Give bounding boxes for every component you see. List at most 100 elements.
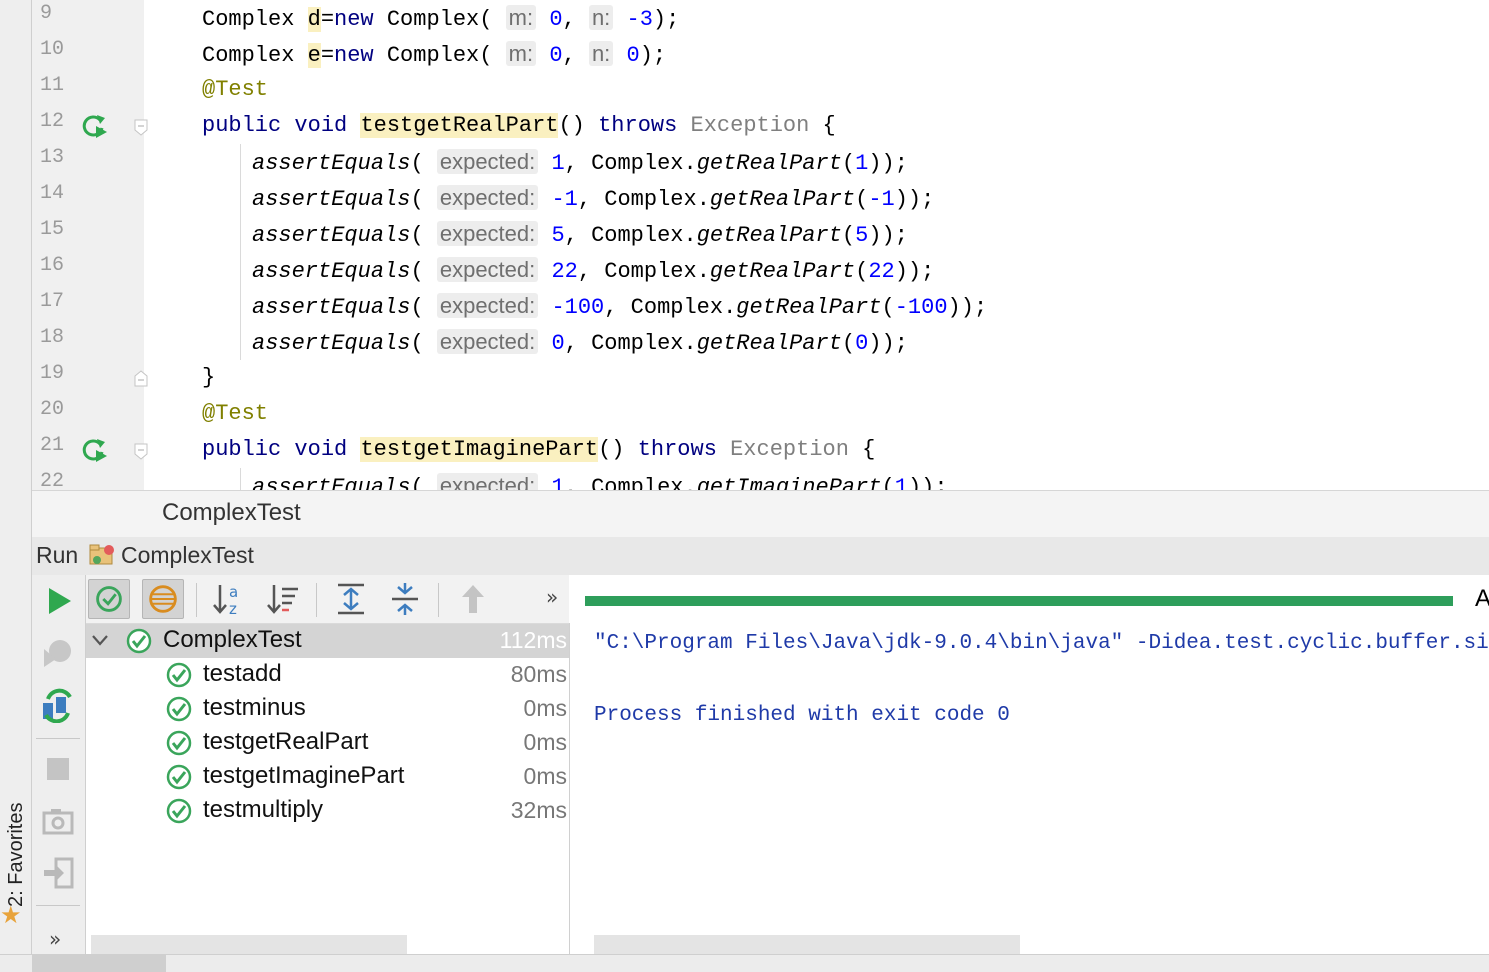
line-number: 21 (40, 434, 65, 457)
number-literal: 1 (551, 475, 565, 490)
collapse-all-icon[interactable] (384, 579, 426, 619)
type-name: Complex (630, 295, 724, 320)
previous-failed-test-icon[interactable] (452, 579, 494, 619)
gutter-row: 21 (32, 432, 148, 468)
show-ignored-toggle[interactable] (142, 579, 184, 619)
gutter-row: 18 (32, 324, 144, 360)
test-node[interactable]: testadd 80ms (86, 658, 569, 692)
code-line[interactable]: } (202, 360, 215, 396)
bottom-run-tab[interactable] (32, 955, 166, 972)
more-actions-button[interactable]: » (49, 927, 61, 951)
type-name: Complex (591, 331, 684, 356)
gutter-row: 9 (32, 0, 144, 36)
number-literal: 0 (549, 43, 563, 68)
number-literal: -100 (551, 295, 605, 320)
code-line[interactable]: assertEquals( expected: 5, Complex.getRe… (252, 216, 908, 252)
gutter-row: 22 (32, 468, 144, 490)
line-number: 13 (40, 146, 65, 169)
code-editor[interactable]: 9 10 11 12 13 14 15 16 17 18 19 20 21 22 Complex d=ne… (32, 0, 1489, 490)
toggle-auto-test-icon[interactable] (40, 687, 76, 723)
type-name: Complex (202, 7, 295, 32)
code-line[interactable]: Complex d=new Complex( m: 0, n: -3); (202, 0, 679, 36)
show-passed-toggle[interactable] (88, 579, 130, 619)
method-call: getRealPart (696, 223, 842, 248)
param-hint: expected: (436, 185, 539, 210)
variable-name: e (307, 43, 321, 68)
code-line[interactable]: public void testgetRealPart() throws Exc… (202, 108, 836, 144)
code-line[interactable]: public void testgetImaginePart() throws … (202, 432, 875, 468)
fold-marker-icon[interactable] (132, 370, 150, 388)
code-line[interactable]: assertEquals( expected: 22, Complex.getR… (252, 252, 934, 288)
test-name: testgetRealPart (203, 728, 369, 755)
breadcrumb[interactable]: ComplexTest (32, 490, 1489, 538)
line-number: 22 (40, 470, 65, 490)
test-results-tree[interactable]: ComplexTest 112ms testadd 80ms testminus 0ms t… (86, 624, 569, 934)
number-literal: 5 (551, 223, 565, 248)
test-node[interactable]: testgetImaginePart 0ms (86, 760, 569, 794)
test-node[interactable]: testmultiply 32ms (86, 794, 569, 828)
test-passed-icon (126, 628, 152, 654)
gutter-row: 16 (32, 252, 144, 288)
import-test-results-icon[interactable] (40, 855, 76, 891)
svg-text:z: z (229, 600, 237, 618)
junit-config-icon (89, 544, 114, 565)
type-name: Complex (591, 475, 684, 490)
code-line[interactable]: assertEquals( expected: 1, Complex.getIm… (252, 468, 948, 490)
type-name: Complex (604, 259, 697, 284)
console-header-truncated-text: A (1475, 585, 1489, 612)
param-hint: n: (588, 5, 614, 30)
run-config-name[interactable]: ComplexTest (121, 542, 254, 569)
code-line[interactable]: assertEquals( expected: -100, Complex.ge… (252, 288, 987, 324)
expand-all-icon[interactable] (330, 579, 372, 619)
chevron-down-icon[interactable] (90, 630, 110, 650)
line-number: 16 (40, 254, 65, 277)
tree-horizontal-scrollbar[interactable] (91, 935, 407, 955)
number-literal: 0 (855, 331, 869, 356)
method-call: getRealPart (696, 151, 842, 176)
number-literal: 22 (868, 259, 895, 284)
test-passed-icon (166, 730, 192, 756)
stop-button[interactable] (40, 751, 76, 787)
toolbar-separator (438, 583, 439, 617)
line-number: 20 (40, 398, 65, 421)
camera-icon[interactable] (40, 803, 76, 839)
sort-by-duration-icon[interactable] (262, 579, 304, 619)
console-output[interactable]: "C:\Program Files\Java\jdk-9.0.4\bin\jav… (570, 624, 1489, 934)
type-name: Complex (604, 187, 697, 212)
code-line[interactable]: assertEquals( expected: -1, Complex.getR… (252, 180, 934, 216)
code-line[interactable]: assertEquals( expected: 1, Complex.getRe… (252, 144, 908, 180)
assert-call: assertEquals (252, 331, 411, 356)
keyword-throws: throws (598, 113, 678, 138)
test-node[interactable]: testgetRealPart 0ms (86, 726, 569, 760)
console-horizontal-scrollbar[interactable] (594, 935, 1020, 955)
fold-marker-icon[interactable] (132, 442, 150, 460)
breadcrumb-class-name[interactable]: ComplexTest (162, 499, 301, 527)
test-duration: 0ms (523, 729, 567, 755)
number-literal: -100 (894, 295, 948, 320)
code-line[interactable]: @Test (202, 396, 268, 432)
sort-alphabetically-icon[interactable]: a z (208, 579, 250, 619)
more-toolbar-actions-button[interactable]: » (546, 585, 558, 609)
type-name: Complex (386, 43, 480, 68)
fold-marker-icon[interactable] (132, 118, 150, 136)
code-line[interactable]: assertEquals( expected: 0, Complex.getRe… (252, 324, 908, 360)
param-hint: expected: (436, 293, 539, 318)
test-progress-bar (585, 596, 1453, 606)
type-name: Complex (591, 151, 684, 176)
rerun-button[interactable] (40, 583, 76, 619)
number-literal: -1 (551, 187, 578, 212)
run-test-gutter-icon[interactable] (80, 436, 108, 464)
run-vertical-toolbar: » (32, 575, 86, 971)
annotation: @Test (202, 401, 269, 426)
exception-type: Exception (690, 113, 810, 138)
favorites-tool-tab[interactable]: 2: Favorites ★ (0, 775, 31, 935)
method-call: getRealPart (709, 187, 856, 212)
code-line[interactable]: @Test (202, 72, 268, 108)
test-duration: 32ms (510, 797, 567, 823)
number-literal: 1 (551, 151, 565, 176)
test-node[interactable]: testminus 0ms (86, 692, 569, 726)
run-test-gutter-icon[interactable] (80, 112, 108, 140)
rerun-failed-icon[interactable] (40, 635, 76, 671)
code-line[interactable]: Complex e=new Complex( m: 0, n: 0); (202, 36, 666, 72)
test-suite-node[interactable]: ComplexTest 112ms (86, 624, 569, 658)
